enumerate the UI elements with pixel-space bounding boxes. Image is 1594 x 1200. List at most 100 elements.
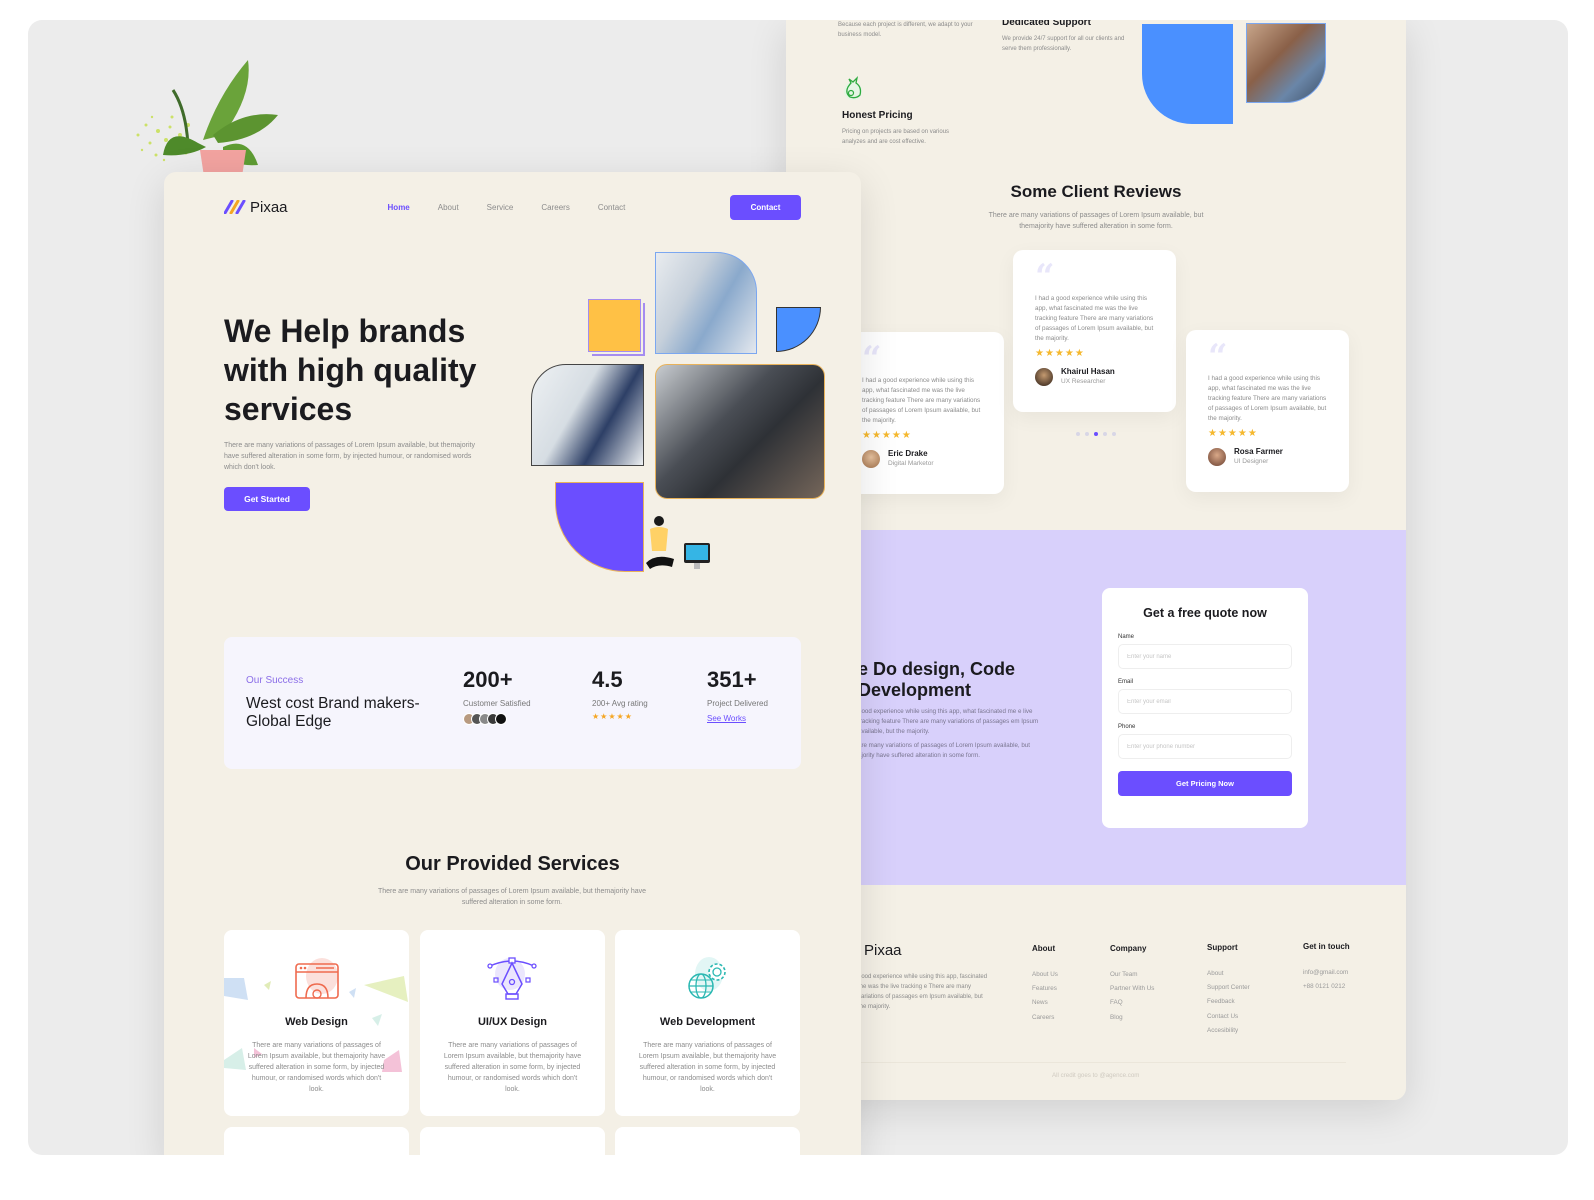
service-icon	[685, 1149, 730, 1155]
person-laptop-illustration	[646, 516, 710, 569]
footer-credit: All credit goes to @agence.com	[1052, 1072, 1140, 1079]
brand-logo[interactable]: Pixaa	[224, 199, 288, 216]
footer-phone[interactable]: +88 0121 0212	[1303, 983, 1350, 990]
footer-brand: Pixaa	[864, 942, 902, 959]
top-nav: Pixaa Home About Service Careers Contact…	[224, 194, 801, 220]
footer-email[interactable]: info@gmail.com	[1303, 969, 1350, 976]
services-title: Our Provided Services	[405, 853, 620, 875]
get-started-button[interactable]: Get Started	[224, 487, 310, 511]
rating-stars: ★★★★★	[592, 712, 633, 721]
review-card: “ I had a good experience while using th…	[1186, 330, 1349, 492]
service-card[interactable]	[420, 1127, 605, 1155]
nav-careers[interactable]: Careers	[541, 203, 569, 212]
carousel-dots[interactable]	[1076, 432, 1116, 436]
footer-link[interactable]: FAQ	[1110, 999, 1154, 1006]
review-card: “ I had a good experience while using th…	[842, 332, 1004, 494]
hero-title: We Help brands with high quality service…	[224, 313, 477, 427]
quote-section: e Do design, Code Development good exper…	[786, 530, 1406, 885]
feature-honest-pricing: Honest Pricing Pricing on projects are b…	[842, 75, 972, 147]
service-card[interactable]	[224, 1127, 409, 1155]
footer-link[interactable]: Support Center	[1207, 984, 1250, 991]
footer-link[interactable]: Contact Us	[1207, 1013, 1250, 1020]
success-headline: West cost Brand makers-Global Edge	[246, 695, 420, 730]
plant-illustration	[136, 60, 278, 185]
services-subtitle: There are many variations of passages of…	[377, 888, 647, 906]
rating-stars: ★★★★★	[1035, 348, 1085, 359]
nav-service[interactable]: Service	[487, 203, 514, 212]
money-bag-icon	[844, 76, 862, 100]
nav-home[interactable]: Home	[388, 203, 410, 212]
avatar	[1035, 367, 1053, 386]
footer-col-contact: Get in touch info@gmail.com +88 0121 021…	[1303, 942, 1350, 991]
hero-text: There are many variations of passages of…	[224, 442, 475, 471]
carousel-dot[interactable]	[1103, 432, 1107, 436]
logo-icon	[224, 200, 246, 214]
carousel-dot[interactable]	[1076, 432, 1080, 436]
footer-link[interactable]: Careers	[1032, 1014, 1058, 1021]
footer-link[interactable]: Features	[1032, 985, 1058, 992]
office-photo	[531, 364, 644, 466]
handshake-photo	[655, 364, 825, 499]
quote-icon: “	[862, 339, 882, 379]
team-photo	[1246, 23, 1326, 103]
blue-quarter-shape	[1142, 24, 1233, 124]
feature-adapt: Because each project is different, we ad…	[838, 22, 973, 38]
front-page-preview: Pixaa Home About Service Careers Contact…	[164, 172, 861, 1155]
service-card-web-development[interactable]: Web Development There are many variation…	[615, 930, 800, 1116]
form-title: Get a free quote now	[1143, 606, 1267, 620]
reviews-subtitle: There are many variations of passages of…	[988, 212, 1204, 230]
footer-divider	[858, 1062, 1346, 1063]
stat-projects: 351+ Project Delivered See Works	[707, 667, 768, 723]
quote-icon: “	[1035, 257, 1055, 297]
nav-about[interactable]: About	[438, 203, 459, 212]
footer-link[interactable]: Our Team	[1110, 971, 1154, 978]
quote-section-title: e Do design, Code Development	[858, 659, 1016, 700]
globe-gear-icon	[688, 957, 726, 999]
review-card: “ I had a good experience while using th…	[1013, 250, 1176, 412]
quote-form: Get a free quote now Name Email Phone Ge…	[1102, 588, 1308, 828]
customer-avatars	[463, 713, 531, 725]
feature-dedicated-support: Dedicated Support We provide 24/7 suppor…	[1002, 20, 1125, 52]
stat-customers: 200+ Customer Satisfied	[463, 667, 531, 725]
see-works-link[interactable]: See Works	[707, 714, 746, 723]
team-photo	[655, 252, 757, 354]
footer-col-support: Support About Support Center Feedback Co…	[1207, 943, 1250, 1034]
yellow-square-shape	[588, 299, 641, 352]
footer-link[interactable]: Partner With Us	[1110, 985, 1154, 992]
footer-link[interactable]: About Us	[1032, 971, 1058, 978]
avatar	[1208, 447, 1226, 466]
stat-rating: 4.5 200+ Avg rating ★★★★★	[592, 667, 648, 721]
contact-button[interactable]: Contact	[730, 194, 801, 220]
success-stats-panel: Our Success West cost Brand makers-Globa…	[224, 637, 801, 769]
pen-tool-icon	[487, 957, 537, 1000]
phone-input[interactable]	[1118, 734, 1292, 759]
service-card[interactable]	[615, 1127, 800, 1155]
carousel-dot-active[interactable]	[1094, 432, 1098, 436]
footer-link[interactable]: Feedback	[1207, 998, 1250, 1005]
email-input[interactable]	[1118, 689, 1292, 714]
quote-icon: “	[1208, 337, 1228, 377]
carousel-dot[interactable]	[1112, 432, 1116, 436]
get-pricing-button[interactable]: Get Pricing Now	[1118, 771, 1292, 796]
success-label: Our Success	[246, 675, 304, 686]
footer-link[interactable]: News	[1032, 999, 1058, 1006]
blue-quarter-shape	[776, 307, 821, 352]
footer-col-about: About About Us Features News Careers	[1032, 944, 1058, 1021]
name-input[interactable]	[1118, 644, 1292, 669]
service-card-web-design[interactable]: Web Design There are many variations of …	[224, 930, 409, 1116]
carousel-dot[interactable]	[1085, 432, 1089, 436]
footer-link[interactable]: About	[1207, 970, 1250, 977]
footer-link[interactable]: Accesibility	[1207, 1027, 1250, 1034]
reviews-title: Some Client Reviews	[1010, 182, 1182, 201]
nav-contact[interactable]: Contact	[598, 203, 626, 212]
service-card-uiux-design[interactable]: UI/UX Design There are many variations o…	[420, 930, 605, 1116]
purple-quarter-shape	[555, 482, 644, 572]
footer-link[interactable]: Blog	[1110, 1014, 1154, 1021]
browser-gear-icon	[295, 958, 339, 999]
mockup-stage: Because each project is different, we ad…	[28, 20, 1568, 1155]
rating-stars: ★★★★★	[1208, 428, 1258, 439]
back-page-preview: Because each project is different, we ad…	[786, 20, 1406, 1100]
footer-text: good experience while using this app, fa…	[858, 974, 988, 1010]
rating-stars: ★★★★★	[862, 430, 912, 441]
avatar	[862, 449, 880, 468]
